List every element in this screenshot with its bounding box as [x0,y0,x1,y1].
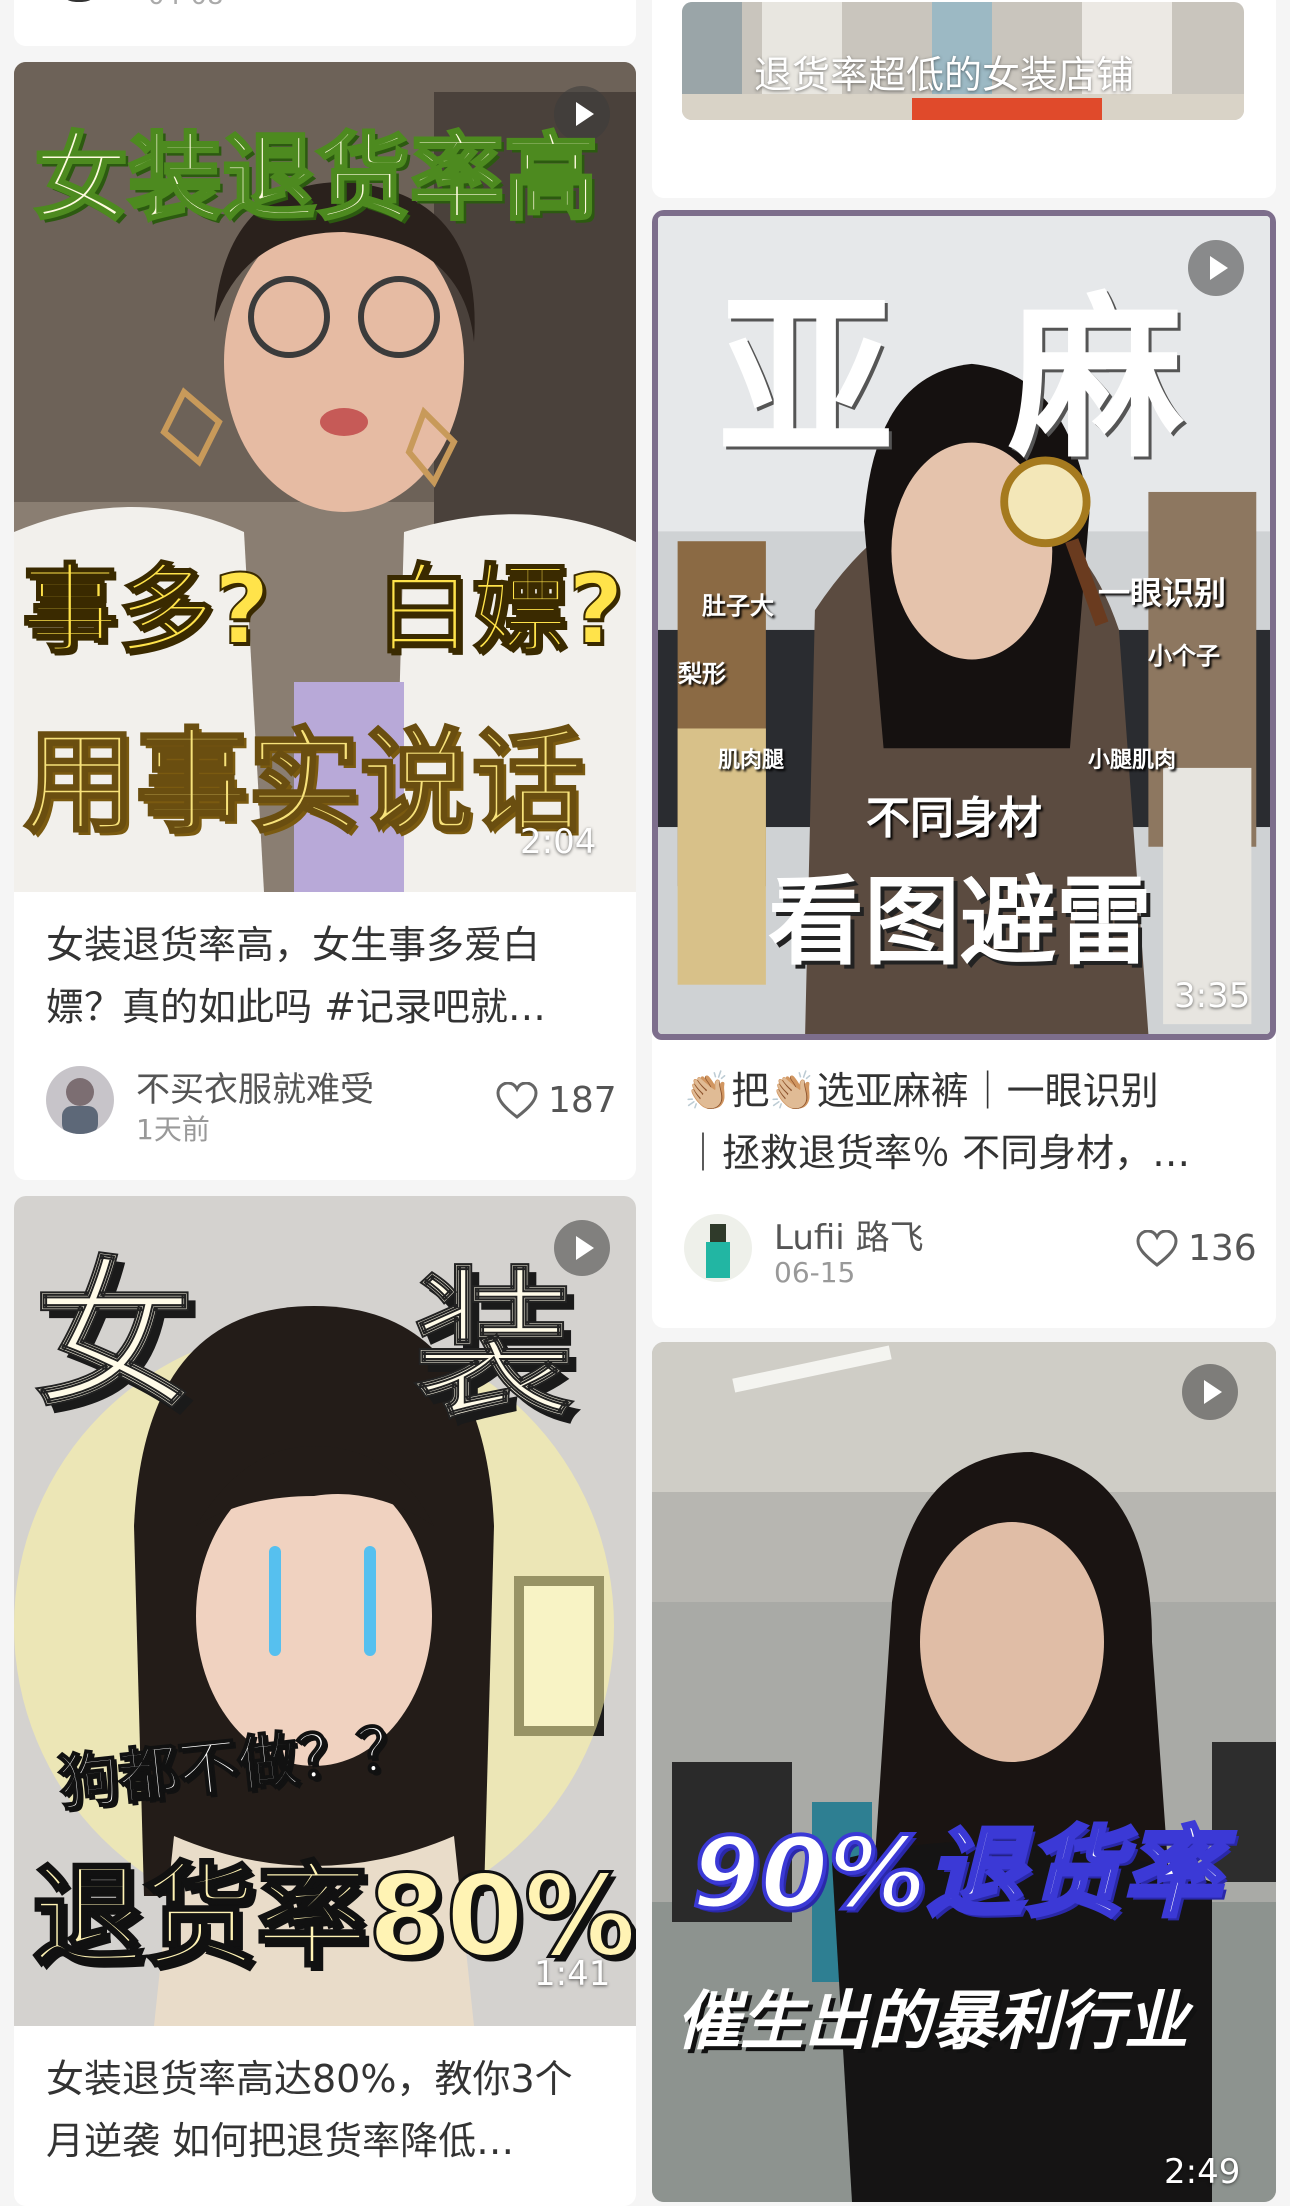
avatar[interactable] [46,1066,114,1134]
heart-icon [496,1082,538,1119]
author-row: 不买衣服就难受 1天前 187 [46,1062,617,1146]
overlay-bottom-text: 用事实说话 [23,717,586,850]
partial-card-top-left[interactable]: 04-08 [14,0,636,46]
author-name[interactable]: 不买衣服就难受 [136,1062,374,1111]
banner-text: 退货率超低的女装店铺 [754,53,1135,97]
video-title-line-1: 👏🏼把👏🏼选亚麻裤｜一眼识别 [684,1069,1159,1113]
overlay-label: 肚子大 [702,592,774,620]
like-count: 187 [548,1080,617,1121]
author-row: Lufii 路飞 06-15 136 [684,1210,1257,1290]
overlay-headline-right: 麻 [1008,277,1185,482]
overlay-label: 梨形 [678,660,726,688]
like-button[interactable]: 187 [496,1080,617,1124]
overlay-label: 一眼识别 [1098,574,1227,612]
video-duration: 3:35 [1174,976,1251,1016]
video-duration: 2:49 [1164,2152,1241,2192]
overlay-label: 小腿肌肉 [1088,748,1177,773]
post-time: 1天前 [136,1113,210,1146]
overlay-big-text: 装 [413,1251,575,1440]
play-icon [1182,1364,1238,1420]
post-time: 04-08 [148,0,224,9]
video-duration: 1:41 [534,1954,611,1994]
overlay-subtitle: 不同身材 [866,793,1042,844]
overlay-right-tag: 白嫖? [375,553,625,667]
video-duration: 2:04 [520,822,597,862]
overlay-label: 小个子 [1148,642,1220,670]
overlay-bottom-text: 看图避雷 [768,866,1152,978]
video-cover: 90%退货率 催生出的暴利行业 2:49 [652,1342,1276,2202]
overlay-headline-left: 亚 [718,277,895,482]
overlay-bottom-text: 催生出的暴利行业 [676,1985,1188,2059]
video-title[interactable]: 女装退货率高，女生事多爱白嫖？真的如此吗 #记录吧就… [46,914,608,1038]
post-time: 06-15 [774,1256,856,1289]
overlay-left-tag: 事多? [21,553,271,667]
video-title[interactable]: 女装退货率高达80%，教你3个月逆袭 如何把退货率降低… [46,2048,608,2172]
overlay-label: 肌肉腿 [718,748,785,773]
author-name[interactable]: Lufii 路飞 [774,1210,924,1259]
play-icon [1188,240,1244,296]
partial-card-top-right[interactable]: 退货率超低的女装店铺 [652,0,1276,198]
heart-icon [1136,1230,1178,1267]
video-card-2[interactable]: 亚 麻 一眼识别 肚子大 梨形 肌肉腿 小个子 小腿肌肉 不同身材 看图避雷 3… [652,210,1276,1328]
avatar[interactable] [684,1214,752,1282]
overlay-headline: 女装退货率高 [32,123,599,235]
video-title[interactable]: 👏🏼把👏🏼选亚麻裤｜一眼识别 ｜拯救退货率％ 不同身材，… [684,1060,1248,1190]
video-cover: 亚 麻 一眼识别 肚子大 梨形 肌肉腿 小个子 小腿肌肉 不同身材 看图避雷 3… [652,210,1276,1040]
video-cover: 女 装 狗都不做？？ 退货率80% 1:41 [14,1196,636,2026]
video-card-1[interactable]: 女装退货率高 事多? 白嫖? 用事实说话 2:04 女装退货率高，女生事多爱白嫖… [14,62,636,1180]
video-cover: 退货率超低的女装店铺 [682,2,1244,120]
overlay-big-text: 女 [33,1241,195,1430]
video-card-4[interactable]: 90%退货率 催生出的暴利行业 2:49 [652,1342,1276,2202]
video-cover: 女装退货率高 事多? 白嫖? 用事实说话 2:04 [14,62,636,892]
like-count: 136 [1188,1228,1257,1269]
overlay-mid-text: 90%退货率 [690,1815,1223,1933]
video-title-line-2: ｜拯救退货率％ 不同身材，… [684,1131,1191,1175]
video-card-3[interactable]: 女 装 狗都不做？？ 退货率80% 1:41 女装退货率高达80%，教你3个月逆… [14,1196,636,2206]
avatar [58,0,100,2]
like-button[interactable]: 136 [1136,1228,1257,1272]
